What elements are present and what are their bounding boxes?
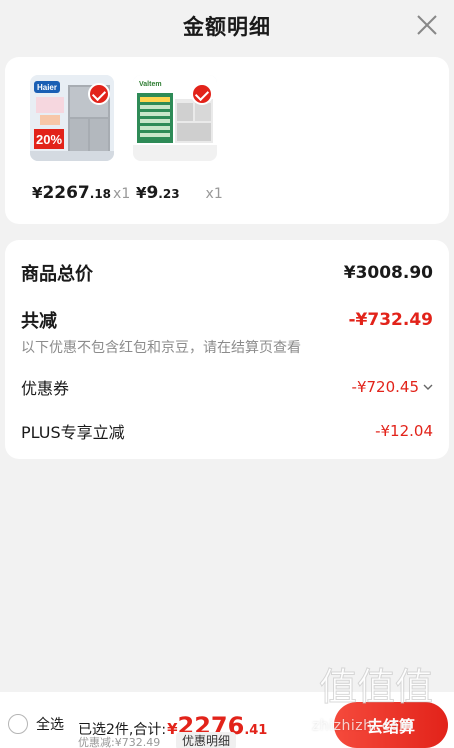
price-integer: 2267: [42, 183, 90, 203]
chevron-down-icon[interactable]: [423, 382, 433, 392]
svg-text:Haier: Haier: [37, 83, 57, 92]
summary-card: 商品总价 ¥3008.90 共减 -¥732.49 以下优惠不包含红包和京豆，请…: [5, 240, 449, 459]
plus-discount-label: PLUS专享立减: [21, 423, 125, 442]
plus-discount-value: -¥12.04: [375, 422, 433, 440]
quantity: x1: [205, 186, 223, 202]
coupon-label: 优惠券: [21, 379, 70, 398]
total-price-label: 商品总价: [21, 264, 93, 285]
header: 金额明细: [0, 0, 454, 52]
product-item[interactable]: Haier 20%: [30, 75, 114, 161]
price-integer: 9: [146, 183, 159, 203]
coupon-value-wrap[interactable]: -¥720.45: [352, 378, 433, 396]
footer-discount-note: 优惠减:¥732.49: [78, 736, 161, 748]
quantity: x1: [113, 186, 131, 202]
currency-symbol: ¥: [136, 184, 147, 202]
product-card: Haier 20% ¥2267.18 x1 Valtem ¥ 9 .23 x1: [5, 57, 449, 224]
svg-text:20%: 20%: [36, 132, 62, 147]
selected-check-icon[interactable]: [191, 83, 213, 105]
total-reduction-value: -¥732.49: [348, 310, 434, 330]
close-icon[interactable]: [414, 12, 440, 38]
coupon-value: -¥720.45: [351, 378, 419, 396]
selected-check-icon[interactable]: [88, 83, 110, 105]
price-decimal: .23: [158, 187, 180, 201]
svg-text:值值值: 值值值: [319, 665, 433, 708]
page-title: 金额明细: [183, 15, 271, 39]
total-price-value: ¥3008.90: [343, 263, 433, 283]
product-item[interactable]: Valtem: [133, 75, 217, 161]
total-reduction-row: 共减 -¥732.49: [21, 307, 433, 333]
discount-detail-button[interactable]: 优惠明细: [176, 732, 237, 748]
currency-symbol: ¥: [32, 184, 43, 202]
watermark-logo: 值值值: [318, 665, 433, 709]
total-reduction-label: 共减: [21, 311, 57, 332]
select-all-radio[interactable]: [8, 714, 28, 734]
discount-note: 以下优惠不包含红包和京豆，请在结算页查看: [21, 340, 301, 356]
total-decimal: .41: [244, 723, 268, 738]
product-price: ¥2267.18 x1: [32, 183, 130, 203]
svg-text:Valtem: Valtem: [139, 81, 162, 88]
product-thumbnail-fridge[interactable]: Haier 20%: [30, 75, 114, 161]
price-decimal: .18: [89, 187, 112, 201]
product-thumbnail-organizer[interactable]: Valtem: [133, 75, 217, 161]
select-all-label[interactable]: 全选: [36, 714, 64, 734]
total-price-row: 商品总价 ¥3008.90: [21, 260, 433, 286]
coupon-row[interactable]: 优惠券 -¥720.45: [21, 375, 433, 399]
plus-discount-row: PLUS专享立减 -¥12.04: [21, 419, 433, 443]
product-price: ¥9.23 x1: [136, 183, 223, 203]
watermark-text: zhizhizhi.com: [312, 718, 414, 734]
